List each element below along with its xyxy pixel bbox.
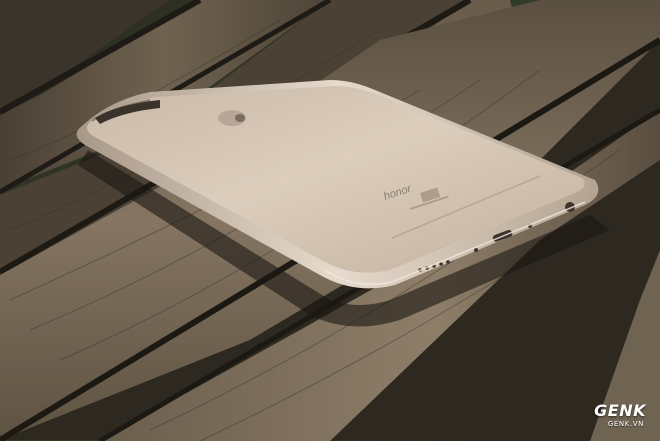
photo-scene: honor GENK GENK.VN (0, 0, 660, 441)
genk-logo: GENK (594, 401, 646, 420)
genk-site-url: GENK.VN (607, 420, 644, 428)
smartphone-photo: honor (0, 0, 660, 441)
site-watermark: GENK GENK.VN (566, 401, 646, 431)
